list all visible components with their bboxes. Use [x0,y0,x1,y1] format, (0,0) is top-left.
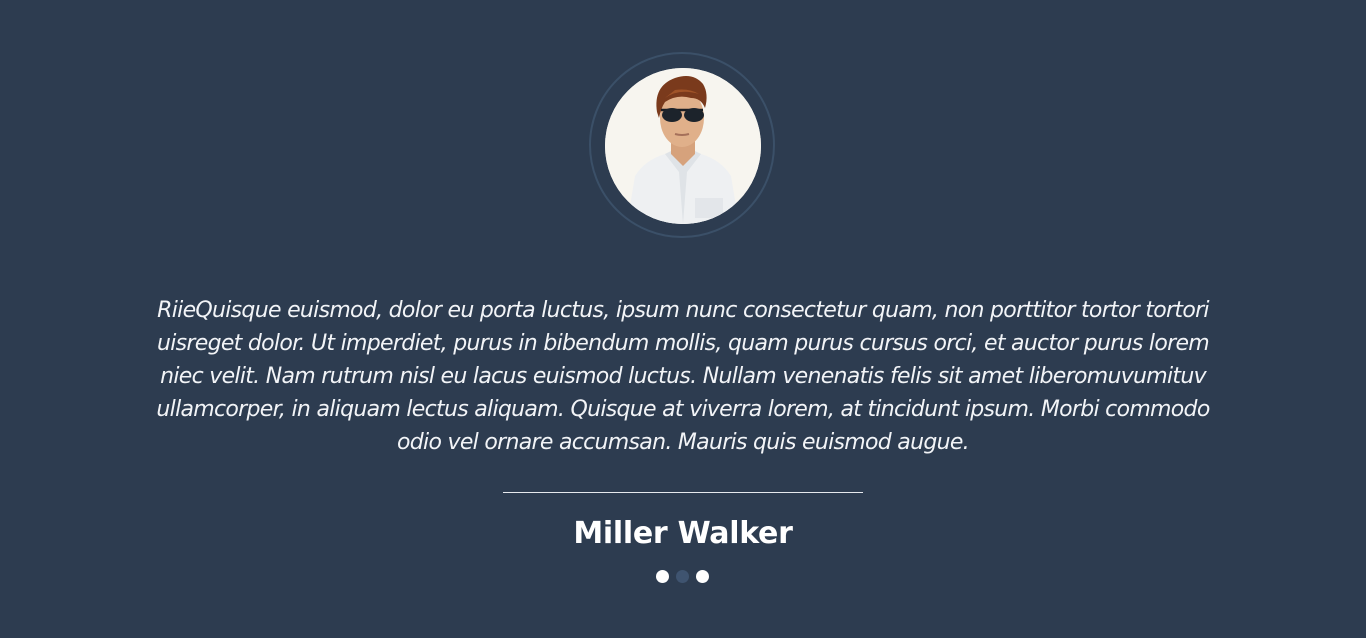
carousel-dot-1[interactable] [656,570,669,583]
testimonial-section: RiieQuisque euismod, dolor eu porta luct… [0,0,1366,638]
carousel-dot-2[interactable] [676,570,689,583]
divider [503,492,863,493]
testimonial-author: Miller Walker [573,516,793,551]
avatar [605,68,761,224]
avatar-photo [605,68,761,224]
carousel-dots [656,570,710,583]
testimonial-quote: RiieQuisque euismod, dolor eu porta luct… [156,298,1210,455]
carousel-dot-3[interactable] [696,570,709,583]
